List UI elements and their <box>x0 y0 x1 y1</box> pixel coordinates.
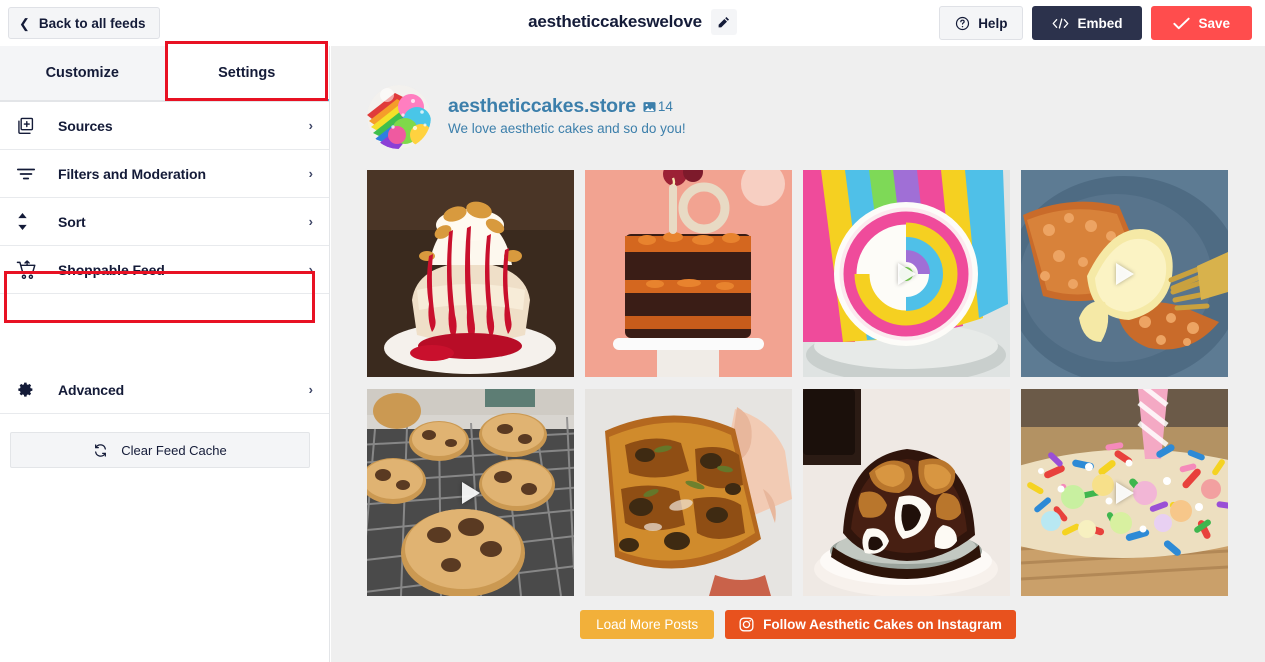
profile-text: aestheticcakes.store 14 We love aestheti… <box>448 85 686 136</box>
save-button-label: Save <box>1198 15 1230 31</box>
code-brackets-icon <box>1052 17 1069 30</box>
feed-tile[interactable] <box>1021 170 1228 377</box>
sidebar-item-sources[interactable]: Sources › <box>0 102 329 150</box>
chevron-right-icon: › <box>308 214 313 229</box>
avatar[interactable] <box>367 85 431 149</box>
add-to-stack-icon <box>16 116 42 135</box>
sidebar-item-shoppable-feed-label: Shoppable Feed <box>58 261 165 278</box>
help-button-label: Help <box>978 15 1008 31</box>
feed-tile[interactable] <box>1021 389 1228 596</box>
feed-tile[interactable] <box>803 389 1010 596</box>
chevron-right-icon: › <box>308 118 313 133</box>
tab-customize[interactable]: Customize <box>0 46 165 101</box>
feed-tile[interactable] <box>803 170 1010 377</box>
sort-updown-icon <box>16 212 42 231</box>
photo-icon <box>643 101 656 113</box>
sidebar-item-sort-label: Sort <box>58 213 86 230</box>
chevron-right-icon: › <box>308 262 313 277</box>
video-play-icon[interactable] <box>461 481 480 504</box>
settings-sidebar: Customize Settings Sources › Filters and… <box>0 41 330 662</box>
instagram-icon <box>739 617 754 632</box>
sidebar-item-advanced-label: Advanced <box>58 381 125 398</box>
shopping-cart-icon <box>16 259 42 280</box>
gear-icon <box>16 381 42 399</box>
sidebar-item-sources-label: Sources <box>58 117 113 134</box>
follow-on-instagram-label: Follow Aesthetic Cakes on Instagram <box>763 617 1002 632</box>
clear-cache-area: Clear Feed Cache <box>0 414 329 468</box>
tab-customize-label: Customize <box>45 65 119 81</box>
feed-tile[interactable] <box>367 389 574 596</box>
photo-count: 14 <box>643 99 673 114</box>
settings-menu: Sources › Filters and Moderation › Sort … <box>0 102 329 414</box>
main-body: Customize Settings Sources › Filters and… <box>0 41 1265 662</box>
sidebar-item-shoppable-feed[interactable]: Shoppable Feed › <box>0 246 329 294</box>
feed-preview-pane: aestheticcakes.store 14 We love aestheti… <box>331 46 1265 662</box>
embed-button[interactable]: Embed <box>1032 6 1143 40</box>
save-button[interactable]: Save <box>1151 6 1252 40</box>
menu-spacer <box>0 294 329 366</box>
pencil-icon[interactable] <box>710 9 737 35</box>
tab-settings[interactable]: Settings <box>164 46 329 101</box>
profile-bio: We love aesthetic cakes and so do you! <box>448 121 686 136</box>
feed-tile[interactable] <box>585 389 792 596</box>
question-circle-icon <box>955 16 970 31</box>
video-play-icon[interactable] <box>1115 262 1134 285</box>
load-more-posts-button[interactable]: Load More Posts <box>580 610 715 639</box>
page-title: aestheticcakeswelove <box>528 12 702 31</box>
feed-grid <box>331 149 1265 596</box>
sidebar-item-filters-label: Filters and Moderation <box>58 165 206 182</box>
feed-tile[interactable] <box>367 170 574 377</box>
clear-feed-cache-button[interactable]: Clear Feed Cache <box>10 432 310 468</box>
profile-header: aestheticcakes.store 14 We love aestheti… <box>331 46 1265 149</box>
load-more-posts-label: Load More Posts <box>596 617 699 632</box>
feed-tile[interactable] <box>585 170 792 377</box>
sidebar-item-filters-and-moderation[interactable]: Filters and Moderation › <box>0 150 329 198</box>
top-toolbar: ❮ Back to all feeds aestheticcakeswelove… <box>0 0 1265 46</box>
sidebar-item-sort[interactable]: Sort › <box>0 198 329 246</box>
video-play-icon[interactable] <box>1115 481 1134 504</box>
tab-bar: Customize Settings <box>0 41 329 102</box>
embed-button-label: Embed <box>1077 15 1123 31</box>
toolbar-actions: Help Embed Save <box>939 6 1252 40</box>
chevron-right-icon: › <box>308 382 313 397</box>
refresh-icon <box>93 443 108 458</box>
sidebar-item-advanced[interactable]: Advanced › <box>0 366 329 414</box>
check-icon <box>1173 17 1191 30</box>
tab-settings-label: Settings <box>218 64 276 81</box>
video-play-icon[interactable] <box>897 262 916 285</box>
filter-icon <box>16 165 42 183</box>
clear-feed-cache-label: Clear Feed Cache <box>121 442 227 458</box>
feed-footer-buttons: Load More Posts Follow Aesthetic Cakes o… <box>331 596 1265 639</box>
photo-count-value: 14 <box>657 99 673 114</box>
chevron-right-icon: › <box>308 166 313 181</box>
profile-username[interactable]: aestheticcakes.store <box>448 95 636 118</box>
help-button[interactable]: Help <box>939 6 1024 40</box>
profile-name-row: aestheticcakes.store 14 <box>448 95 686 118</box>
follow-on-instagram-button[interactable]: Follow Aesthetic Cakes on Instagram <box>725 610 1016 639</box>
